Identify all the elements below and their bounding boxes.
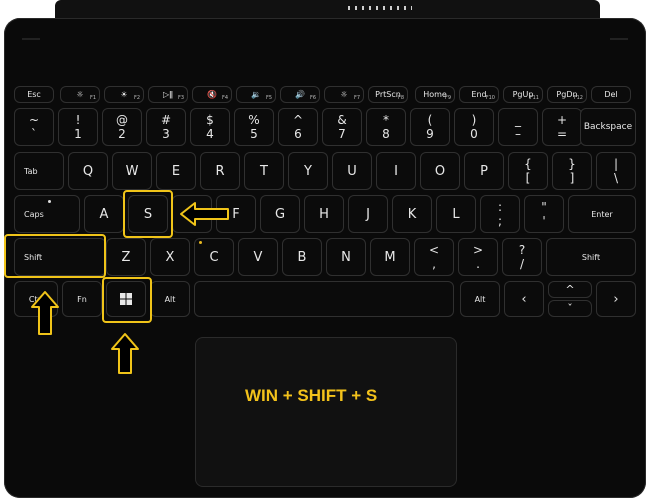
brightness-down-icon: ☼ bbox=[76, 90, 84, 99]
key-end[interactable]: End F10 bbox=[459, 86, 499, 103]
key-f4[interactable]: 🔇 F4 bbox=[192, 86, 232, 103]
key-9[interactable]: (9 bbox=[410, 108, 450, 146]
key-f5[interactable]: 🔉 F5 bbox=[236, 86, 276, 103]
key-arrow-right[interactable]: › bbox=[596, 281, 636, 317]
highlight-windows-key bbox=[102, 277, 152, 323]
mute-icon: 🔇 bbox=[207, 90, 217, 99]
key-f7[interactable]: ☼ F7 bbox=[324, 86, 364, 103]
key-7[interactable]: & 7 bbox=[322, 108, 362, 146]
key-m[interactable]: M bbox=[370, 238, 410, 276]
key-e[interactable]: E bbox=[156, 152, 196, 190]
key-q[interactable]: Q bbox=[68, 152, 108, 190]
c-key-dot bbox=[199, 241, 202, 244]
keyboard-photo: Esc ☼ F1 ☀ F2 ▷ǁ F3 🔇 F4 🔉 F5 🔊 F6 ☼ F7 PrtScn F… bbox=[0, 0, 650, 500]
key-c[interactable]: C bbox=[194, 238, 234, 276]
key-u[interactable]: U bbox=[332, 152, 372, 190]
key-prtscn[interactable]: PrtScn F8 bbox=[368, 86, 408, 103]
chevron-down-icon: ˇ bbox=[567, 302, 573, 315]
arrow-left-icon bbox=[180, 202, 229, 226]
highlight-shift-key bbox=[4, 234, 106, 278]
arrow-up-icon bbox=[31, 291, 59, 335]
key-5[interactable]: % 5 bbox=[234, 108, 274, 146]
key-alt-left[interactable]: Alt bbox=[150, 281, 190, 317]
key-8[interactable]: * 8 bbox=[366, 108, 406, 146]
key-backslash[interactable]: | \ bbox=[596, 152, 636, 190]
key-j[interactable]: J bbox=[348, 195, 388, 233]
key-period[interactable]: >. bbox=[458, 238, 498, 276]
key-w[interactable]: W bbox=[112, 152, 152, 190]
key-semicolon[interactable]: :; bbox=[480, 195, 520, 233]
key-b[interactable]: B bbox=[282, 238, 322, 276]
key-esc[interactable]: Esc bbox=[14, 86, 54, 103]
brightness-up-icon: ☀ bbox=[120, 90, 128, 99]
key-k[interactable]: K bbox=[392, 195, 432, 233]
chevron-up-icon: ^ bbox=[565, 283, 575, 296]
key-f3[interactable]: ▷ǁ F3 bbox=[148, 86, 188, 103]
key-v[interactable]: V bbox=[238, 238, 278, 276]
key-alt-right[interactable]: Alt bbox=[460, 281, 500, 317]
key-arrow-down[interactable]: ˇ bbox=[548, 300, 592, 317]
key-z[interactable]: Z bbox=[106, 238, 146, 276]
highlight-s-key bbox=[123, 190, 173, 238]
key-1[interactable]: ! 1 bbox=[58, 108, 98, 146]
key-arrow-left[interactable]: ‹ bbox=[504, 281, 544, 317]
play-pause-icon: ▷ǁ bbox=[162, 90, 174, 99]
key-4[interactable]: $4 bbox=[190, 108, 230, 146]
key-f2[interactable]: ☀ F2 bbox=[104, 86, 144, 103]
volume-up-icon: 🔊 bbox=[295, 90, 305, 99]
key-home[interactable]: Home F9 bbox=[415, 86, 455, 103]
key-r[interactable]: R bbox=[200, 152, 240, 190]
key-a[interactable]: A bbox=[84, 195, 124, 233]
key-left-bracket[interactable]: {[ bbox=[508, 152, 548, 190]
chevron-left-icon: ‹ bbox=[521, 291, 527, 307]
key-quote[interactable]: " ' bbox=[524, 195, 564, 233]
key-equals[interactable]: + = bbox=[542, 108, 582, 146]
key-backtick[interactable]: ~ ` bbox=[14, 108, 54, 146]
backlight-icon: ☼ bbox=[340, 90, 348, 99]
key-p[interactable]: P bbox=[464, 152, 504, 190]
key-h[interactable]: H bbox=[304, 195, 344, 233]
key-l[interactable]: L bbox=[436, 195, 476, 233]
key-2[interactable]: @2 bbox=[102, 108, 142, 146]
key-6[interactable]: ^ 6 bbox=[278, 108, 318, 146]
caps-lock-led bbox=[48, 200, 51, 203]
key-slash[interactable]: ? / bbox=[502, 238, 542, 276]
keyboard-hinge bbox=[55, 0, 600, 18]
key-minus[interactable]: _ – bbox=[498, 108, 538, 146]
key-tab[interactable]: Tab bbox=[14, 152, 64, 190]
key-f6[interactable]: 🔊 F6 bbox=[280, 86, 320, 103]
key-arrow-up[interactable]: ^ bbox=[548, 281, 592, 298]
key-fn[interactable]: Fn bbox=[62, 281, 102, 317]
key-o[interactable]: O bbox=[420, 152, 460, 190]
key-t[interactable]: T bbox=[244, 152, 284, 190]
key-g[interactable]: G bbox=[260, 195, 300, 233]
right-hinge-ear bbox=[610, 38, 628, 54]
key-right-bracket[interactable]: }] bbox=[552, 152, 592, 190]
chevron-right-icon: › bbox=[613, 291, 619, 307]
key-shift-right[interactable]: Shift bbox=[546, 238, 636, 276]
key-backspace[interactable]: Backspace bbox=[580, 108, 636, 146]
key-n[interactable]: N bbox=[326, 238, 366, 276]
key-y[interactable]: Y bbox=[288, 152, 328, 190]
left-hinge-ear bbox=[22, 38, 40, 54]
arrow-up-icon bbox=[111, 333, 139, 374]
key-f1[interactable]: ☼ F1 bbox=[60, 86, 100, 103]
key-comma[interactable]: <, bbox=[414, 238, 454, 276]
key-pgup[interactable]: PgUp F11 bbox=[503, 86, 543, 103]
volume-down-icon: 🔉 bbox=[251, 90, 261, 99]
key-0[interactable]: ) 0 bbox=[454, 108, 494, 146]
key-enter[interactable]: Enter bbox=[568, 195, 636, 233]
touchpad[interactable] bbox=[195, 337, 457, 487]
shortcut-caption: WIN + SHIFT + S bbox=[245, 386, 378, 405]
key-del[interactable]: Del bbox=[591, 86, 631, 103]
key-i[interactable]: I bbox=[376, 152, 416, 190]
key-3[interactable]: #3 bbox=[146, 108, 186, 146]
key-space[interactable] bbox=[194, 281, 454, 317]
connector-pins bbox=[348, 6, 412, 10]
key-x[interactable]: X bbox=[150, 238, 190, 276]
key-pgdn[interactable]: PgDn F12 bbox=[547, 86, 587, 103]
key-caps[interactable]: Caps bbox=[14, 195, 80, 233]
